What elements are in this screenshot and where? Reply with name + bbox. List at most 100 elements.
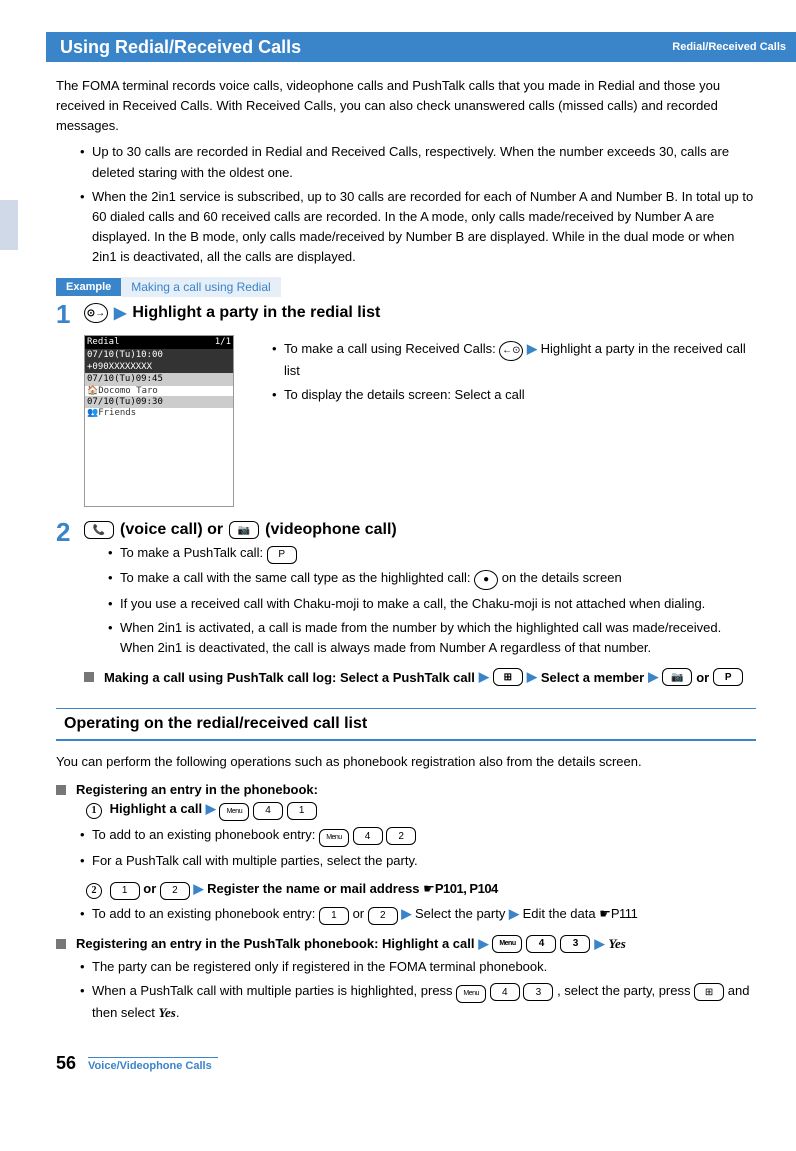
digit-3-key-icon: 3 <box>523 983 553 1001</box>
digit-4-key-icon: 4 <box>253 802 283 820</box>
note: To add to an existing phonebook entry: 1… <box>80 904 756 925</box>
pushtalk-log-line: Making a call using PushTalk call log: S… <box>84 668 756 686</box>
arrow-icon: ▶ <box>194 881 204 896</box>
step-number: 2 <box>56 519 84 545</box>
digit-1-key-icon: 1 <box>319 907 349 925</box>
note: To make a call using Received Calls: ←⊙ … <box>272 339 756 381</box>
step-1-content: Redial 1/1 07/10(Tu)10:00 +090XXXXXXXX 0… <box>84 335 756 507</box>
digit-2-key-icon: 2 <box>368 907 398 925</box>
step-2-notes: To make a PushTalk call: P To make a cal… <box>84 543 756 658</box>
footer-title: Voice/Videophone Calls <box>88 1057 218 1072</box>
intro-text: The FOMA terminal records voice calls, v… <box>56 76 756 136</box>
center-key-icon: ● <box>474 570 498 590</box>
square-bullet-icon <box>56 785 66 795</box>
section-heading: Operating on the redial/received call li… <box>56 708 756 741</box>
circled-number-icon: 2 <box>86 883 102 899</box>
video-key-icon: 📷 <box>662 668 692 686</box>
arrow-icon: ▶ <box>527 341 537 356</box>
substep-b: 2 1 or 2 ▶ Register the name or mail add… <box>86 881 756 900</box>
square-bullet-icon <box>84 672 94 682</box>
step-number: 1 <box>56 301 84 327</box>
screen-mockup: Redial 1/1 07/10(Tu)10:00 +090XXXXXXXX 0… <box>84 335 234 507</box>
note: To add to an existing phonebook entry: M… <box>80 825 756 847</box>
step-2-heading: 📞 (voice call) or 📷 (videophone call) <box>84 521 756 539</box>
section-intro: You can perform the following operations… <box>56 754 756 769</box>
mock-row: 07/10(Tu)10:00 <box>85 349 233 361</box>
arrow-icon: ▶ <box>206 801 216 816</box>
mock-row: 👥Friends <box>85 408 233 418</box>
digit-4-key-icon: 4 <box>526 935 556 953</box>
yes-label: Yes <box>159 1005 176 1020</box>
substep-a-notes: To add to an existing phonebook entry: M… <box>56 825 756 872</box>
circled-number-icon: 1 <box>86 803 102 819</box>
digit-4-key-icon: 4 <box>353 827 383 845</box>
digit-1-key-icon: 1 <box>110 882 140 900</box>
mock-page: 1/1 <box>215 337 231 347</box>
intro-bullets: Up to 30 calls are recorded in Redial an… <box>56 142 756 267</box>
arrow-icon: ▶ <box>479 669 489 685</box>
note: To make a call with the same call type a… <box>108 568 756 590</box>
note: For a PushTalk call with multiple partie… <box>80 851 756 871</box>
ptt-key-icon: P <box>713 668 743 686</box>
page-subtitle: Redial/Received Calls <box>672 41 786 53</box>
note: To make a PushTalk call: P <box>108 543 756 564</box>
register-phonebook-heading: Registering an entry in the phonebook: <box>56 782 756 797</box>
mock-row: 07/10(Tu)09:45 <box>85 373 233 385</box>
note: If you use a received call with Chaku-mo… <box>108 594 756 614</box>
text: (videophone call) <box>265 521 397 539</box>
yes-label: Yes <box>608 936 625 952</box>
arrow-icon: ▶ <box>401 906 411 921</box>
mock-row: 🏠Docomo Taro <box>85 386 233 396</box>
square-bullet-icon <box>56 939 66 949</box>
menu-key-icon: Menu <box>492 935 522 953</box>
note: When 2in1 is activated, a call is made f… <box>108 618 756 658</box>
note: The party can be registered only if regi… <box>80 957 756 977</box>
step-1-notes: To make a call using Received Calls: ←⊙ … <box>248 339 756 405</box>
menu-key-icon: Menu <box>456 985 486 1003</box>
arrow-icon: ▶ <box>114 303 126 323</box>
step-1-heading: ⊙→ ▶ Highlight a party in the redial lis… <box>84 303 756 323</box>
step-1-title: Highlight a party in the redial list <box>132 304 380 322</box>
menu-key-icon: ⊞ <box>694 983 724 1001</box>
arrow-icon: ▶ <box>648 669 658 685</box>
mock-row: 07/10(Tu)09:30 <box>85 396 233 408</box>
substep-b-notes: To add to an existing phonebook entry: 1… <box>56 904 756 925</box>
note: To display the details screen: Select a … <box>272 385 756 405</box>
intro-bullet: When the 2in1 service is subscribed, up … <box>80 187 756 268</box>
example-text: Making a call using Redial <box>121 277 280 297</box>
example-badge: Example <box>56 278 121 296</box>
digit-1-key-icon: 1 <box>287 802 317 820</box>
digit-2-key-icon: 2 <box>386 827 416 845</box>
menu-key-icon: Menu <box>219 803 249 821</box>
page-footer: 56 Voice/Videophone Calls <box>56 1053 756 1084</box>
reference-icon: ☛ <box>599 906 611 921</box>
step-2: 2 📞 (voice call) or 📷 (videophone call) … <box>56 521 756 690</box>
arrow-icon: ▶ <box>509 906 519 921</box>
arrow-icon: ▶ <box>478 936 488 952</box>
step-1: 1 ⊙→ ▶ Highlight a party in the redial l… <box>56 303 756 327</box>
ptt-key-icon: P <box>267 546 297 564</box>
reference-icon: ☛ <box>423 881 435 896</box>
digit-3-key-icon: 3 <box>560 935 590 953</box>
multi-key-icon: ←⊙ <box>499 341 523 361</box>
multi-key-icon: ⊙→ <box>84 303 108 323</box>
mock-title: Redial <box>87 337 120 347</box>
arrow-icon: ▶ <box>527 669 537 685</box>
example-row: Example Making a call using Redial <box>56 277 756 297</box>
pushtalk-notes: The party can be registered only if regi… <box>56 957 756 1024</box>
arrow-icon: ▶ <box>594 936 604 952</box>
menu-key-icon: ⊞ <box>493 668 523 686</box>
digit-4-key-icon: 4 <box>490 983 520 1001</box>
menu-key-icon: Menu <box>319 829 349 847</box>
mock-row: +090XXXXXXXX <box>85 361 233 373</box>
side-tab <box>0 200 18 250</box>
note: When a PushTalk call with multiple parti… <box>80 981 756 1024</box>
text: (voice call) or <box>120 521 223 539</box>
call-key-icon: 📞 <box>84 521 114 539</box>
digit-2-key-icon: 2 <box>160 882 190 900</box>
title-bar: Using Redial/Received Calls Redial/Recei… <box>46 32 796 62</box>
page-title: Using Redial/Received Calls <box>60 37 301 58</box>
page-number: 56 <box>56 1053 76 1074</box>
register-pushtalk-heading: Registering an entry in the PushTalk pho… <box>56 935 756 953</box>
video-key-icon: 📷 <box>229 521 259 539</box>
